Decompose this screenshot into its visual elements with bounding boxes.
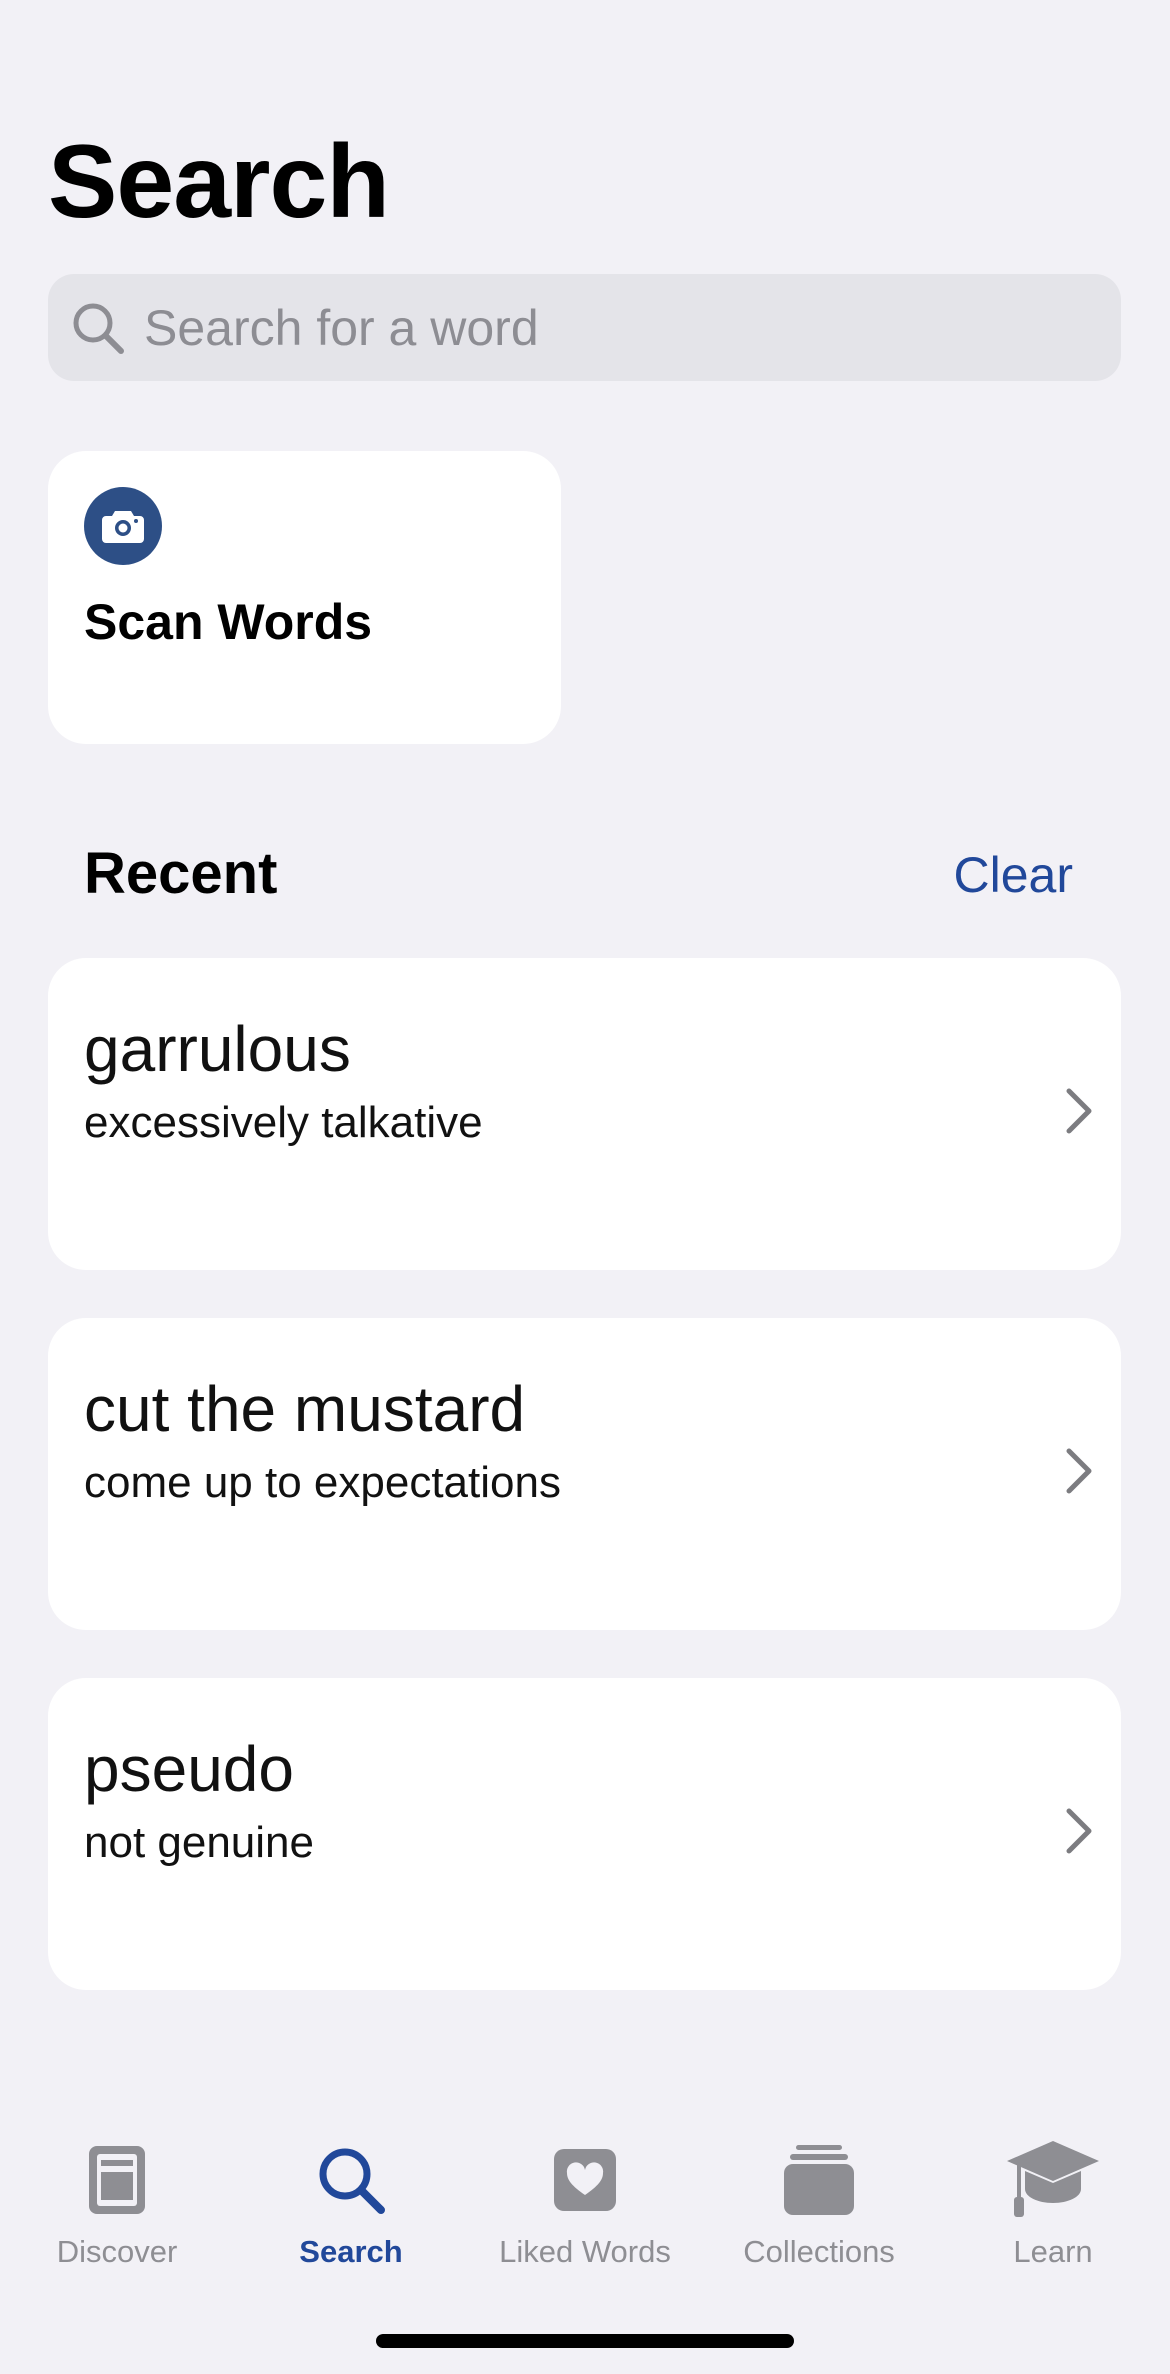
clear-recent-button[interactable]: Clear [954, 846, 1073, 904]
home-indicator[interactable] [376, 2334, 794, 2348]
recent-word: pseudo [84, 1733, 294, 1805]
graduation-cap-icon [1003, 2140, 1103, 2220]
search-screen: Search Scan Words Recent Clear garrulous… [0, 0, 1170, 2374]
tab-learn[interactable]: Learn [936, 2120, 1170, 2270]
search-input[interactable] [144, 298, 1121, 357]
tab-search[interactable]: Search [234, 2120, 468, 2270]
recent-section-title: Recent [84, 841, 278, 906]
chevron-right-icon [1066, 1088, 1092, 1134]
recent-word: cut the mustard [84, 1373, 526, 1445]
tab-liked-words[interactable]: Liked Words [468, 2120, 702, 2270]
search-icon [70, 300, 126, 356]
stack-icon [769, 2140, 869, 2220]
recent-word-item[interactable]: pseudo not genuine [48, 1678, 1121, 1990]
camera-icon [84, 487, 162, 565]
search-icon [301, 2140, 401, 2220]
heart-icon [535, 2140, 635, 2220]
recent-word-definition: not genuine [84, 1818, 314, 1867]
page-title: Search [48, 124, 390, 240]
tab-label: Search [299, 2234, 403, 2269]
tab-discover[interactable]: Discover [0, 2120, 234, 2270]
recent-word-definition: come up to expectations [84, 1458, 561, 1507]
scan-words-button[interactable]: Scan Words [48, 451, 561, 744]
scan-words-label: Scan Words [84, 594, 373, 650]
chevron-right-icon [1066, 1448, 1092, 1494]
tab-label: Liked Words [499, 2234, 671, 2269]
tab-label: Discover [56, 2234, 178, 2269]
tab-collections[interactable]: Collections [702, 2120, 936, 2270]
tab-bar: Discover Search Liked Words Collections … [0, 2120, 1170, 2280]
recent-word-item[interactable]: garrulous excessively talkative [48, 958, 1121, 1270]
recent-word: garrulous [84, 1013, 351, 1085]
tab-label: Collections [743, 2234, 895, 2269]
newspaper-icon [67, 2140, 167, 2220]
recent-word-definition: excessively talkative [84, 1098, 483, 1147]
search-bar[interactable] [48, 274, 1121, 381]
recent-word-item[interactable]: cut the mustard come up to expectations [48, 1318, 1121, 1630]
chevron-right-icon [1066, 1808, 1092, 1854]
tab-label: Learn [1013, 2234, 1093, 2269]
